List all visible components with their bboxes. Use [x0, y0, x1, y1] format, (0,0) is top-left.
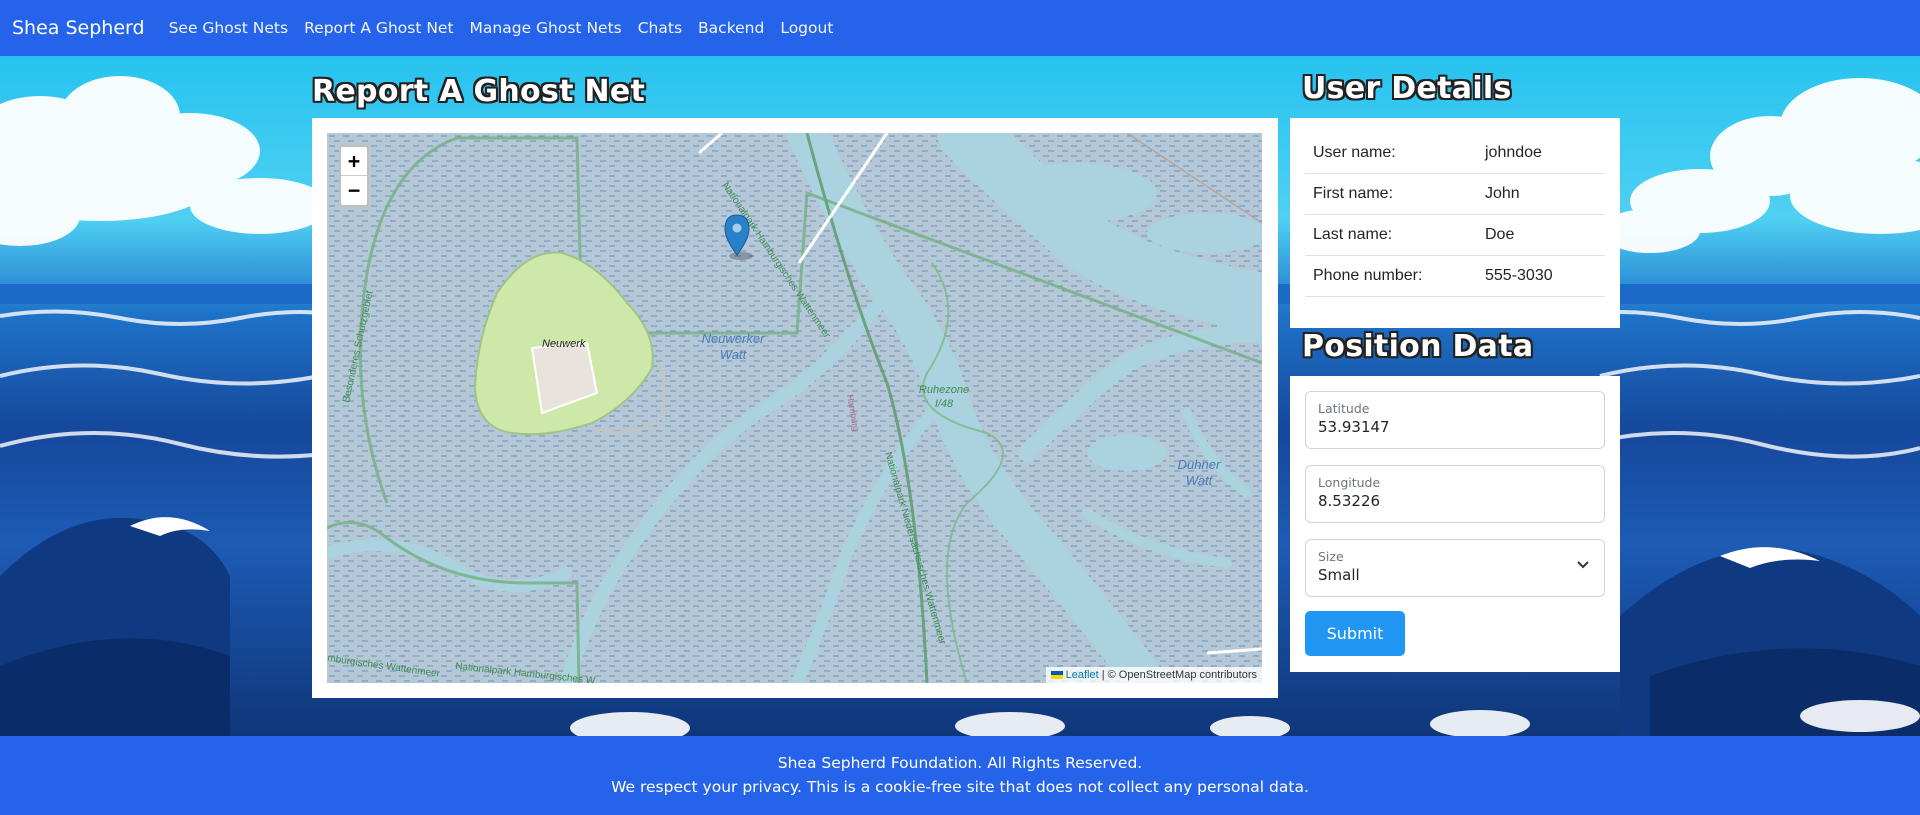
map-card: Neuwerk Neuwerker Watt Duhner Watt Ruhez…: [312, 118, 1278, 698]
latitude-label: Latitude: [1318, 401, 1370, 416]
map-label-duhner-a: Duhner: [1178, 457, 1221, 472]
position-data-heading: Position Data: [1302, 329, 1534, 364]
longitude-label: Longitude: [1318, 475, 1381, 490]
map-label-ruhezone-a: Ruhezone: [919, 384, 969, 396]
lastname-label: Last name:: [1313, 226, 1393, 243]
phone-label: Phone number:: [1313, 267, 1423, 284]
nav-see-ghost-nets[interactable]: See Ghost Nets: [169, 19, 289, 37]
map-label-duhner-b: Watt: [1186, 473, 1214, 488]
phone-value: 555-3030: [1485, 267, 1553, 284]
username-label: User name:: [1313, 144, 1396, 161]
map-label-island: Neuwerk: [542, 338, 586, 350]
ukraine-flag-icon: [1050, 671, 1063, 680]
user-row-phone: Phone number: 555-3030: [1305, 256, 1605, 297]
zoom-in-button[interactable]: +: [341, 147, 367, 176]
footer: Shea Sepherd Foundation. All Rights Rese…: [0, 736, 1920, 815]
size-selected-value: Small: [1318, 566, 1360, 584]
brand-logo[interactable]: Shea Sepherd: [12, 17, 145, 39]
firstname-value: John: [1485, 185, 1520, 202]
navbar: Shea Sepherd See Ghost Nets Report A Gho…: [0, 0, 1920, 56]
lastname-value: Doe: [1485, 226, 1515, 243]
user-details-heading: User Details: [1302, 71, 1512, 106]
latitude-input[interactable]: 53.93147: [1318, 418, 1592, 436]
nav-report-ghost-net[interactable]: Report A Ghost Net: [304, 19, 453, 37]
position-data-card: Latitude 53.93147 Longitude 8.53226 Size…: [1290, 376, 1620, 672]
username-value: johndoe: [1485, 144, 1542, 161]
zoom-out-button[interactable]: −: [341, 176, 367, 205]
user-details-card: User name: johndoe First name: John Last…: [1290, 118, 1620, 328]
map-view[interactable]: Neuwerk Neuwerker Watt Duhner Watt Ruhez…: [327, 133, 1262, 683]
nav-backend[interactable]: Backend: [698, 19, 764, 37]
latitude-field[interactable]: Latitude 53.93147: [1305, 391, 1605, 449]
nav-chats[interactable]: Chats: [638, 19, 682, 37]
map-label-watt1-a: Neuwerker: [702, 331, 766, 346]
submit-button[interactable]: Submit: [1305, 611, 1405, 656]
map-tiles: Neuwerk Neuwerker Watt Duhner Watt Ruhez…: [327, 133, 1262, 683]
footer-copyright: Shea Sepherd Foundation. All Rights Rese…: [777, 754, 1143, 772]
user-row-firstname: First name: John: [1305, 174, 1605, 215]
user-row-lastname: Last name: Doe: [1305, 215, 1605, 256]
map-label-watt1-b: Watt: [720, 347, 748, 362]
report-heading: Report A Ghost Net: [312, 74, 646, 109]
chevron-down-icon: [1577, 561, 1589, 569]
user-row-username: User name: johndoe: [1305, 133, 1605, 174]
map-attribution: Leaflet | © OpenStreetMap contributors: [1045, 667, 1262, 683]
leaflet-link[interactable]: Leaflet: [1066, 669, 1099, 681]
zoom-control: + −: [339, 145, 369, 207]
longitude-field[interactable]: Longitude 8.53226: [1305, 465, 1605, 523]
firstname-label: First name:: [1313, 185, 1394, 202]
attribution-text: | © OpenStreetMap contributors: [1098, 669, 1257, 681]
nav-logout[interactable]: Logout: [780, 19, 833, 37]
map-label-ruhezone-b: I/48: [935, 398, 954, 410]
longitude-input[interactable]: 8.53226: [1318, 492, 1592, 510]
footer-privacy: We respect your privacy. This is a cooki…: [611, 778, 1309, 796]
size-label: Size: [1318, 549, 1344, 564]
size-select[interactable]: Size Small: [1305, 539, 1605, 597]
nav-manage-ghost-nets[interactable]: Manage Ghost Nets: [470, 19, 622, 37]
